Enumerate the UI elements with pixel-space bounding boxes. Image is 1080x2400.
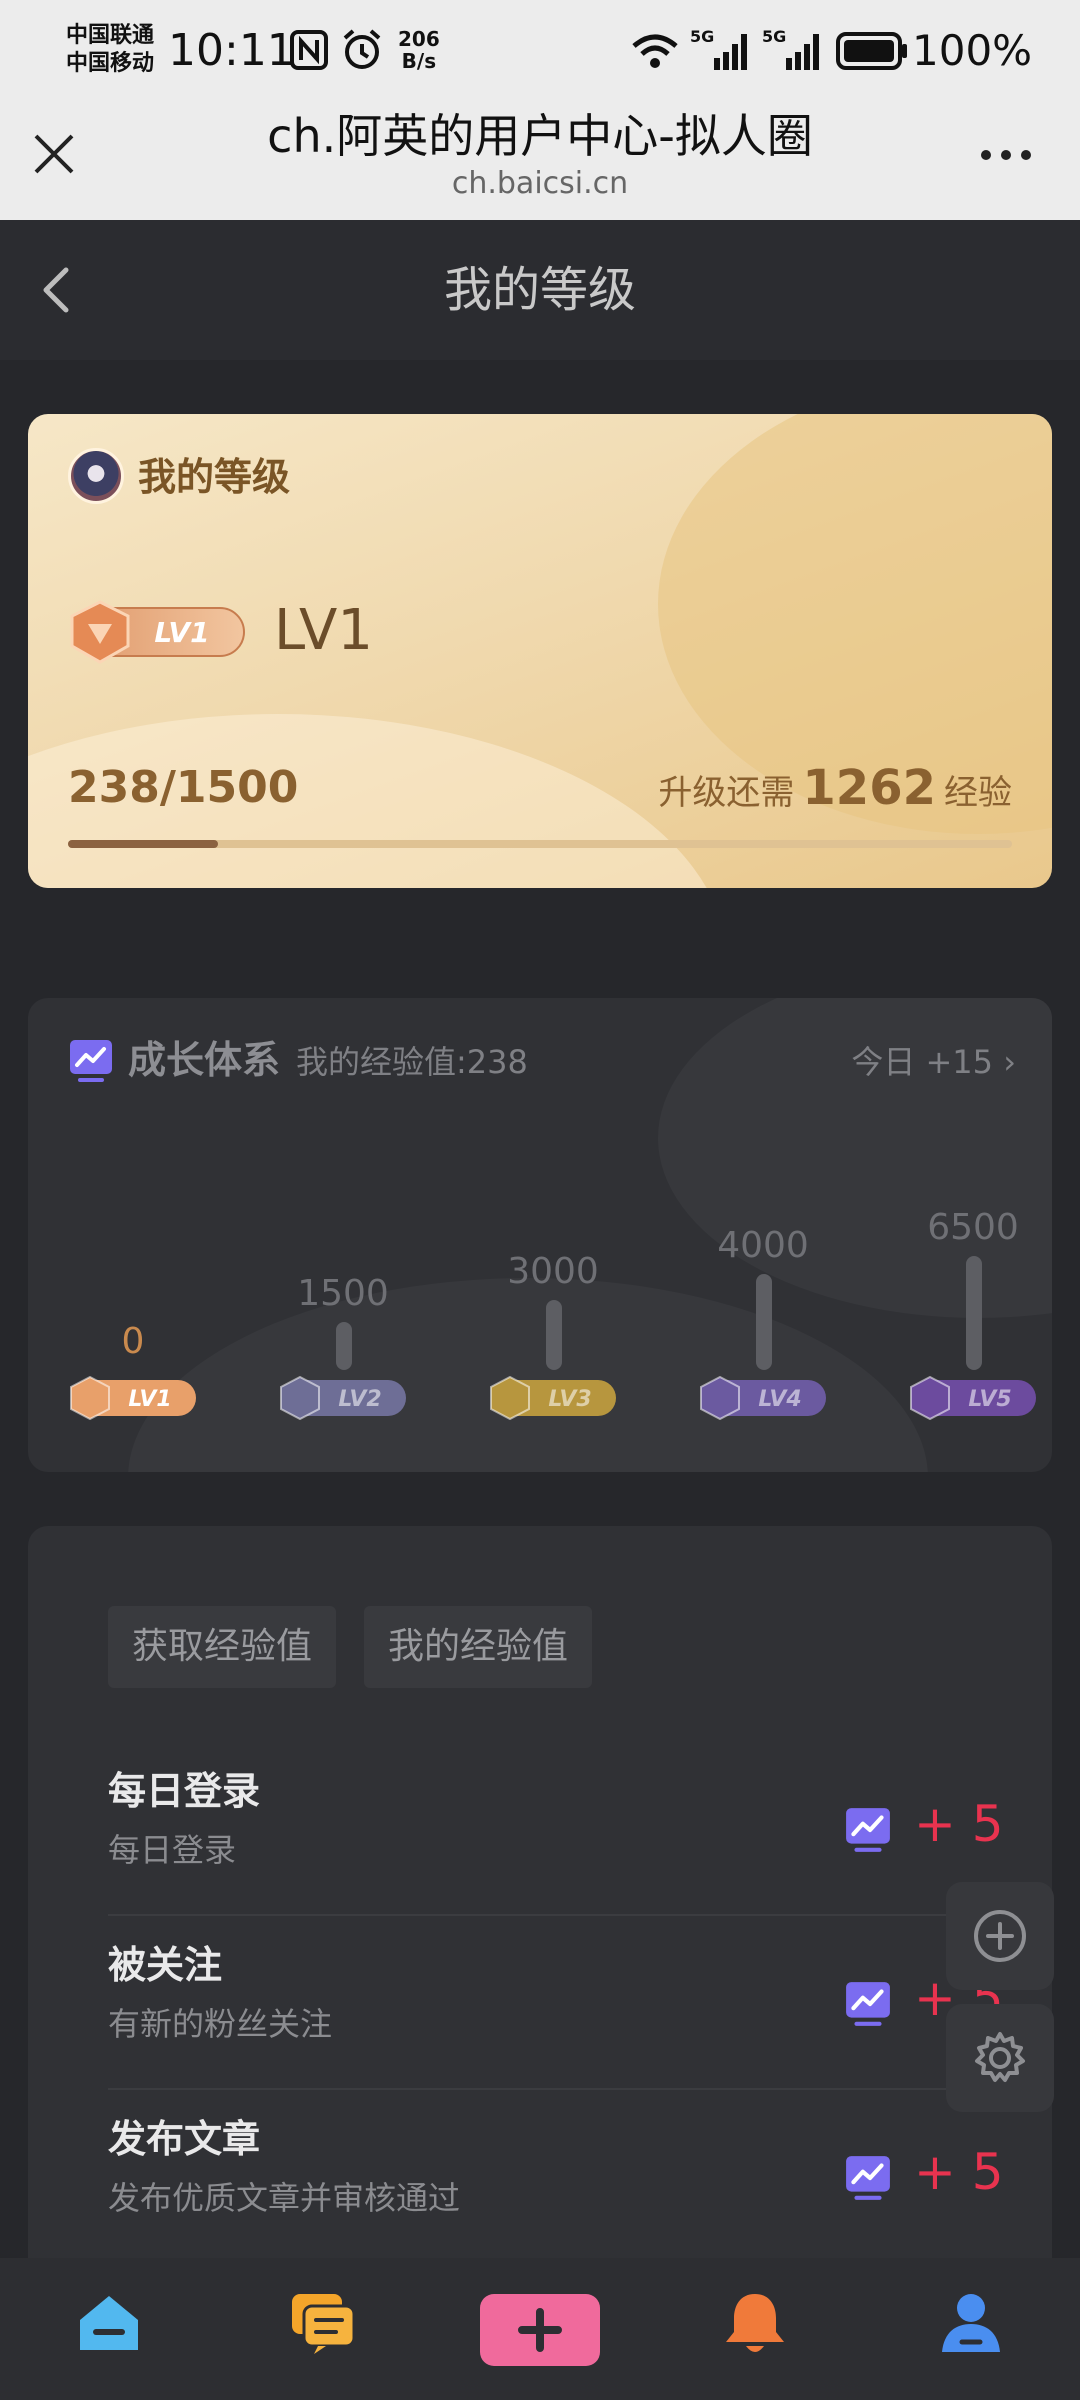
- carrier-names: 中国联通 中国移动: [66, 22, 154, 78]
- level-card-heading: 我的等级: [138, 455, 291, 499]
- browser-url: ch.baicsi.cn: [451, 166, 629, 201]
- carrier-2: 中国移动: [66, 51, 155, 76]
- profile-icon[interactable]: [936, 2288, 1006, 2358]
- level-badge-text: LV5: [968, 1387, 1011, 1412]
- level-stage-2: 1500 LV2: [278, 998, 408, 1472]
- add-post-icon[interactable]: [478, 2292, 602, 2368]
- level-threshold-bar: [756, 1274, 772, 1370]
- exp-needed: 升级还需 1262 经验: [658, 760, 1012, 821]
- task-desc: 有新的粉丝关注: [108, 2005, 333, 2043]
- exp-progress-bar: [68, 840, 1012, 848]
- level-threshold-bar: [336, 1322, 352, 1370]
- level-badge-text: LV1: [154, 616, 209, 649]
- current-level: LV1: [274, 598, 373, 663]
- home-icon[interactable]: [74, 2288, 144, 2358]
- tab-my-exp[interactable]: 我的经验值: [364, 1606, 593, 1688]
- net-speed-value: 206: [398, 27, 440, 51]
- task-desc: 每日登录: [108, 1831, 237, 1869]
- exp-chart-icon: [846, 1982, 890, 2026]
- divider: [108, 1914, 978, 1916]
- wifi-icon: [632, 34, 678, 68]
- bottom-nav: [0, 2258, 1080, 2400]
- exp-chart-icon: [846, 2156, 890, 2200]
- notification-icon[interactable]: [720, 2288, 790, 2358]
- signal-5g-icon: 5G: [762, 28, 819, 70]
- exp-needed-suffix: 经验: [944, 773, 1012, 813]
- status-bar: 中国联通 中国移动 10:11 206 B/s 5G 5G 100%: [0, 0, 1080, 100]
- page-header: 我的等级: [0, 220, 1080, 360]
- level-badge-icon: LV2: [280, 1376, 406, 1420]
- gear-icon: [975, 2032, 1025, 2082]
- level-badge-icon: LV3: [490, 1376, 616, 1420]
- battery-percent: 100%: [912, 26, 1033, 75]
- level-badge-text: LV1: [128, 1387, 171, 1412]
- floating-settings-button[interactable]: [946, 2004, 1054, 2112]
- tab-get-exp[interactable]: 获取经验值: [108, 1606, 337, 1688]
- level-card: 我的等级 LV1 LV1 238/1500 升级还需 1262 经验: [28, 414, 1052, 888]
- avatar[interactable]: [68, 448, 124, 504]
- level-badge-icon: LV1: [70, 600, 245, 664]
- carrier-1: 中国联通: [66, 23, 155, 48]
- task-title: 发布文章: [108, 2117, 261, 2161]
- level-threshold: 1500: [297, 1273, 389, 1314]
- level-badge-icon: LV4: [700, 1376, 826, 1420]
- browser-title: ch.阿英的用户中心-拟人圈: [267, 109, 813, 163]
- floating-add-button[interactable]: [946, 1882, 1054, 1990]
- exp-progress-fill: [68, 840, 219, 848]
- task-points: + 5: [914, 2143, 1004, 2201]
- level-threshold-bar: [546, 1300, 562, 1370]
- svg-text:5G: 5G: [690, 28, 714, 46]
- exp-needed-value: 1262: [802, 760, 936, 816]
- experience-card: 获取经验值 我的经验值 每日登录 每日登录 + 5 被关注 有新的粉丝关注 + …: [28, 1526, 1052, 2286]
- level-badge-text: LV4: [758, 1387, 801, 1412]
- svg-text:5G: 5G: [762, 28, 786, 46]
- task-desc: 发布优质文章并审核通过: [108, 2179, 461, 2217]
- level-badge-text: LV2: [338, 1387, 381, 1412]
- exp-needed-prefix: 升级还需: [658, 773, 795, 813]
- status-time: 10:11: [168, 25, 295, 76]
- level-stage-4: 4000 LV4: [698, 998, 828, 1472]
- add-circle-icon: [974, 1910, 1026, 1962]
- nfc-icon: [290, 30, 328, 70]
- level-threshold: 6500: [927, 1207, 1019, 1248]
- task-points: + 5: [914, 1795, 1004, 1853]
- level-stage-1: 0 LV1: [68, 998, 198, 1472]
- exp-progress-text: 238/1500: [68, 762, 299, 813]
- level-stage-3: 3000 LV3: [488, 998, 618, 1472]
- level-threshold: 3000: [507, 1251, 599, 1292]
- exp-chart-icon: [846, 1808, 890, 1852]
- net-speed-unit: B/s: [401, 49, 437, 73]
- net-speed: 206 B/s: [398, 28, 440, 72]
- level-threshold: 4000: [717, 1225, 809, 1266]
- level-badge-text: LV3: [548, 1387, 591, 1412]
- task-title: 每日登录: [108, 1769, 261, 1813]
- messages-icon[interactable]: [288, 2288, 358, 2358]
- growth-system-card: 成长体系 我的经验值:238 今日 +15 › 0 LV1 1500 LV2 3000 L…: [28, 998, 1052, 1472]
- alarm-icon: [343, 29, 381, 69]
- level-threshold-bar: [966, 1256, 982, 1370]
- level-threshold: 0: [121, 1321, 145, 1362]
- level-badge-icon: LV5: [910, 1376, 1036, 1420]
- more-icon[interactable]: [976, 140, 1036, 170]
- level-badge-icon: LV1: [70, 1376, 196, 1420]
- battery-icon: [836, 32, 907, 70]
- task-title: 被关注: [108, 1943, 223, 1987]
- page-title: 我的等级: [443, 262, 636, 318]
- signal-5g-icon: 5G: [690, 28, 747, 70]
- browser-bar: ch.阿英的用户中心-拟人圈 ch.baicsi.cn: [0, 100, 1080, 220]
- divider: [108, 2088, 978, 2090]
- level-stage-5: 6500 LV5: [908, 998, 1038, 1472]
